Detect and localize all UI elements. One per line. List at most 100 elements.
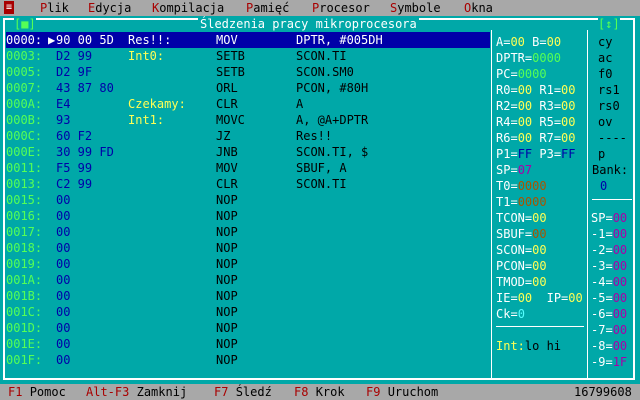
code-line[interactable]: 000E: 30 99 FD JNB SCON.TI, $: [6, 144, 490, 160]
status-step[interactable]: F8 Krok: [294, 384, 345, 400]
code-line[interactable]: 001B: 00 NOP: [6, 288, 490, 304]
psw-flag[interactable]: rs1: [598, 82, 620, 98]
reg-r4-r5[interactable]: R4=00 R5=00: [496, 114, 576, 130]
menu-symbole[interactable]: Symbole: [390, 0, 441, 16]
bank-value[interactable]: 0: [600, 178, 607, 194]
reg-pcon[interactable]: PCON=00: [496, 258, 547, 274]
code-bytes: 00: [56, 225, 71, 239]
reg-r6-r7[interactable]: R6=00 R7=00: [496, 130, 576, 146]
interrupt-status[interactable]: Int:lo hi: [496, 338, 561, 354]
window-title: Śledzenia pracy mikroprocesora: [198, 16, 419, 32]
reg-dptr[interactable]: DPTR=0000: [496, 50, 561, 66]
code-line[interactable]: 001D: 00 NOP: [6, 320, 490, 336]
reg-r0-r1[interactable]: R0=00 R1=00: [496, 82, 576, 98]
code-line[interactable]: 0017: 00 NOP: [6, 224, 490, 240]
code-line[interactable]: 0015: 00 NOP: [6, 192, 490, 208]
reg-t1[interactable]: T1=0000: [496, 194, 547, 210]
code-line[interactable]: 0003: D2 99 Int0: SETB SCON.TI: [6, 48, 490, 64]
reg-sp[interactable]: SP=07: [496, 162, 532, 178]
menu-bar: ≡ Plik Edycja Kompilacja Pamięć Procesor…: [0, 0, 640, 16]
psw-flag[interactable]: rs0: [598, 98, 620, 114]
reg-ck[interactable]: Ck=0: [496, 306, 525, 322]
code-bytes: 00: [56, 305, 71, 319]
reg-a-b[interactable]: A=00 B=00: [496, 34, 561, 50]
stack-entry[interactable]: -1=00: [591, 226, 627, 242]
code-line[interactable]: 0018: 00 NOP: [6, 240, 490, 256]
reg-tmod[interactable]: TMOD=00: [496, 274, 547, 290]
code-operands: Res!!: [296, 129, 333, 143]
code-line[interactable]: 000C: 60 F2 JZ Res!!: [6, 128, 490, 144]
code-address: 000E:: [6, 145, 43, 159]
code-line[interactable]: 0019: 00 NOP: [6, 256, 490, 272]
code-bytes: 93: [56, 113, 71, 127]
code-label: Czekamy:: [128, 97, 186, 111]
reg-pc[interactable]: PC=0000: [496, 66, 547, 82]
stack-entry[interactable]: -8=00: [591, 338, 627, 354]
menu-okna[interactable]: Okna: [464, 0, 493, 16]
code-mnemonic: CLR: [216, 177, 238, 191]
menu-edycja[interactable]: Edycja: [88, 0, 131, 16]
zoom-button[interactable]: [↕]: [598, 16, 620, 32]
code-operands: A: [296, 97, 304, 111]
reg-ie-ip[interactable]: IE=00 IP=00: [496, 290, 583, 306]
status-run[interactable]: F9 Uruchom: [366, 384, 438, 400]
menu-plik[interactable]: Plik: [40, 0, 69, 16]
code-mnemonic: NOP: [216, 321, 238, 335]
code-line[interactable]: 0005: D2 9F SETB SCON.SM0: [6, 64, 490, 80]
status-trace[interactable]: F7 Śledź: [214, 384, 272, 400]
code-mnemonic: SETB: [216, 49, 245, 63]
stack-entry[interactable]: -3=00: [591, 258, 627, 274]
code-mnemonic: JNB: [216, 145, 238, 159]
psw-flag[interactable]: ov: [598, 114, 612, 130]
code-line[interactable]: 000B: 93 Int1: MOVC A, @A+DPTR: [6, 112, 490, 128]
menu-kompilacja[interactable]: Kompilacja: [152, 0, 224, 16]
stack-entry[interactable]: -2=00: [591, 242, 627, 258]
code-line[interactable]: 0011: F5 99 MOV SBUF, A: [6, 160, 490, 176]
stack-entry[interactable]: -7=00: [591, 322, 627, 338]
code-mnemonic: NOP: [216, 337, 238, 351]
psw-flag[interactable]: cy: [598, 34, 612, 50]
psw-flag[interactable]: ----: [598, 130, 627, 146]
code-line-current[interactable]: 0000: ▶ 90 00 5D Res!!: MOV DPTR, #005DH: [6, 32, 490, 48]
reg-tcon[interactable]: TCON=00: [496, 210, 547, 226]
code-line[interactable]: 000A: E4 Czekamy: CLR A: [6, 96, 490, 112]
reg-r2-r3[interactable]: R2=00 R3=00: [496, 98, 576, 114]
code-address: 000A:: [6, 97, 43, 111]
code-operands: PCON, #80H: [296, 81, 369, 95]
code-line[interactable]: 001E: 00 NOP: [6, 336, 490, 352]
system-menu-icon[interactable]: ≡: [4, 1, 14, 14]
stack-entry[interactable]: -6=00: [591, 306, 627, 322]
pc-pointer-icon: ▶: [48, 33, 56, 47]
reg-p1-p3[interactable]: P1=FF P3=FF: [496, 146, 576, 162]
menu-procesor[interactable]: Procesor: [312, 0, 370, 16]
status-help[interactable]: F1 Pomoc: [8, 384, 66, 400]
code-mnemonic: ORL: [216, 81, 238, 95]
code-address: 000C:: [6, 129, 43, 143]
code-line[interactable]: 0013: C2 99 CLR SCON.TI: [6, 176, 490, 192]
code-address: 001E:: [6, 337, 43, 351]
reg-t0[interactable]: T0=0000: [496, 178, 547, 194]
register-flag-divider: [587, 30, 588, 380]
stack-entry[interactable]: -9=1F: [591, 354, 627, 370]
psw-flag[interactable]: p: [598, 146, 605, 162]
reg-scon[interactable]: SCON=00: [496, 242, 547, 258]
code-line[interactable]: 0007: 43 87 80 ORL PCON, #80H: [6, 80, 490, 96]
code-address: 0007:: [6, 81, 43, 95]
menu-pamiec[interactable]: Pamięć: [246, 0, 289, 16]
status-close[interactable]: Alt-F3 Zamknij: [86, 384, 187, 400]
stack-entry[interactable]: SP=00: [591, 210, 627, 226]
psw-flag[interactable]: f0: [598, 66, 612, 82]
code-bytes: 90 00 5D: [56, 33, 114, 47]
close-button[interactable]: [■]: [14, 16, 36, 32]
stack-entry[interactable]: -5=00: [591, 290, 627, 306]
code-bytes: D2 99: [56, 49, 93, 63]
code-line[interactable]: 001A: 00 NOP: [6, 272, 490, 288]
stack-entry[interactable]: -4=00: [591, 274, 627, 290]
code-bytes: D2 9F: [56, 65, 93, 79]
code-mnemonic: NOP: [216, 241, 238, 255]
psw-flag[interactable]: ac: [598, 50, 612, 66]
code-line[interactable]: 001C: 00 NOP: [6, 304, 490, 320]
code-line[interactable]: 0016: 00 NOP: [6, 208, 490, 224]
reg-sbuf[interactable]: SBUF=00: [496, 226, 547, 242]
code-line[interactable]: 001F: 00 NOP: [6, 352, 490, 368]
